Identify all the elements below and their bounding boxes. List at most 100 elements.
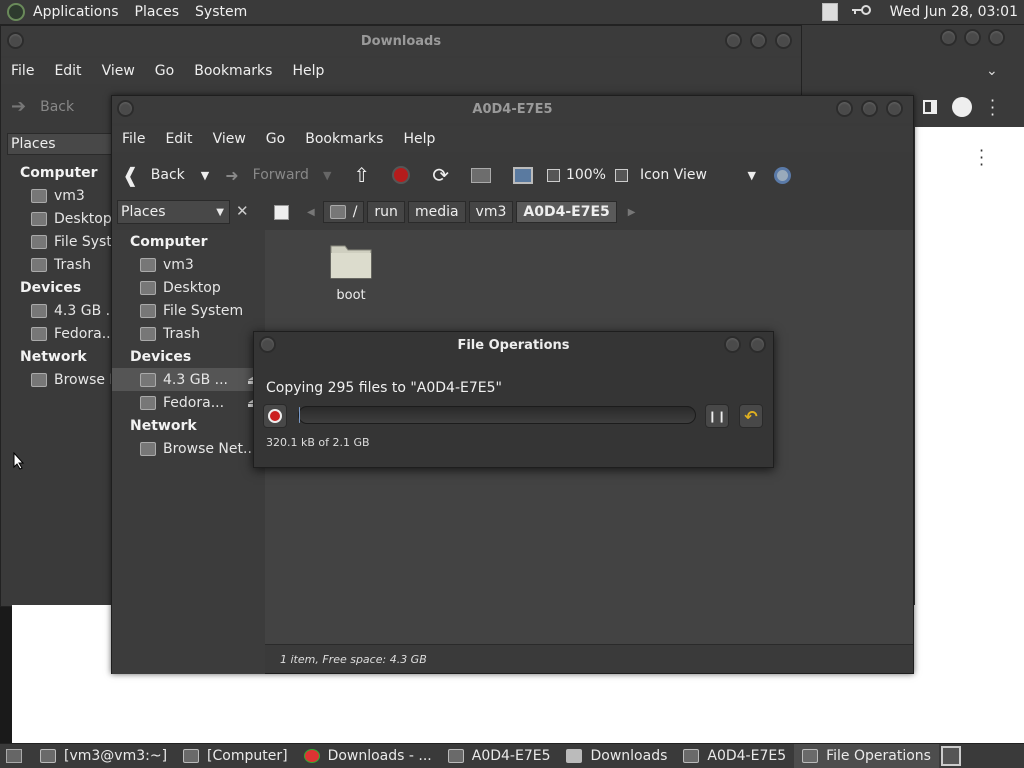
menu-go[interactable]: Go bbox=[145, 63, 184, 79]
close-button[interactable] bbox=[749, 336, 766, 353]
key-icon[interactable] bbox=[850, 4, 872, 20]
home-icon[interactable] bbox=[470, 167, 491, 183]
desktop-icon bbox=[31, 211, 47, 226]
sidebar-item-device-1[interactable]: 4.3 GB ... bbox=[1, 299, 111, 322]
more-menu-icon[interactable]: · · · bbox=[990, 93, 995, 123]
menu-help[interactable]: Help bbox=[393, 131, 445, 147]
window-menu-button[interactable] bbox=[259, 336, 276, 353]
minimize-button[interactable] bbox=[836, 100, 853, 117]
undo-button[interactable]: ↶ bbox=[739, 404, 763, 428]
computer-icon[interactable] bbox=[512, 166, 533, 184]
taskbar-item-terminal[interactable]: [vm3@vm3:~] bbox=[32, 744, 175, 768]
dialog-titlebar[interactable]: File Operations bbox=[254, 332, 773, 358]
edit-location-icon[interactable] bbox=[274, 204, 289, 220]
sidebar-item-filesystem[interactable]: File System bbox=[112, 299, 265, 322]
folder-icon bbox=[330, 245, 372, 279]
downloads-sidebar: Computer vm3 Desktop File System Trash D… bbox=[1, 161, 111, 606]
cancel-operation-button[interactable] bbox=[263, 404, 287, 428]
file-item-boot[interactable]: boot bbox=[318, 240, 384, 303]
places-menu[interactable]: Places bbox=[127, 4, 188, 20]
taskbar-item-file-operations[interactable]: File Operations bbox=[794, 743, 939, 768]
sidebar-item-device-2[interactable]: Fedora...⏏ bbox=[112, 391, 265, 414]
maximize-button[interactable] bbox=[964, 29, 981, 46]
path-root-crumb[interactable]: / bbox=[322, 201, 365, 223]
downloads-titlebar[interactable]: Downloads bbox=[1, 26, 801, 56]
maximize-button[interactable] bbox=[750, 32, 767, 49]
menu-file[interactable]: File bbox=[112, 131, 155, 147]
sidebar-item-trash[interactable]: Trash bbox=[112, 322, 265, 345]
back-history-dropdown-icon[interactable]: ▼ bbox=[201, 169, 209, 182]
search-icon[interactable] bbox=[773, 166, 791, 184]
menu-help[interactable]: Help bbox=[282, 63, 334, 79]
close-button[interactable] bbox=[988, 29, 1005, 46]
distro-logo-icon[interactable] bbox=[7, 3, 25, 21]
path-scroll-right-icon[interactable]: ▶ bbox=[628, 207, 636, 218]
taskbar-item-chrome-downloads[interactable]: Downloads - ... bbox=[296, 744, 440, 768]
sidebar-item-filesystem[interactable]: File System bbox=[1, 230, 111, 253]
pause-button[interactable]: ❙❙ bbox=[705, 404, 729, 428]
sidebar-item-device-2[interactable]: Fedora... bbox=[1, 322, 111, 345]
sidepanel-icon[interactable] bbox=[923, 100, 937, 114]
menu-view[interactable]: View bbox=[203, 131, 256, 147]
taskbar-item-downloads[interactable]: Downloads bbox=[558, 744, 675, 768]
zoom-out-icon[interactable] bbox=[546, 168, 560, 182]
forward-button[interactable]: ➜ Forward bbox=[225, 166, 309, 185]
sidebar-item-browse-network[interactable]: Browse Net... bbox=[112, 437, 265, 460]
taskbar-item-a0d4-1[interactable]: A0D4-E7E5 bbox=[440, 744, 559, 768]
sidebar-item-vm3[interactable]: vm3 bbox=[1, 184, 111, 207]
path-crumb-run[interactable]: run bbox=[367, 201, 405, 223]
path-crumb-current[interactable]: A0D4-E7E5 bbox=[516, 201, 617, 223]
minimize-button[interactable] bbox=[724, 336, 741, 353]
menu-view[interactable]: View bbox=[92, 63, 145, 79]
main-titlebar[interactable]: A0D4-E7E5 bbox=[112, 96, 913, 123]
chevron-down-icon[interactable]: ⌄ bbox=[986, 63, 998, 79]
sidebar-item-browse-network[interactable]: Browse Ne... bbox=[1, 368, 111, 391]
sidebar-item-trash[interactable]: Trash bbox=[1, 253, 111, 276]
show-desktop-icon[interactable] bbox=[6, 749, 22, 763]
workspace-switcher[interactable] bbox=[940, 746, 961, 766]
zoom-in-icon[interactable] bbox=[614, 168, 628, 182]
back-button[interactable]: ❰ Back bbox=[122, 163, 185, 187]
menu-file[interactable]: File bbox=[1, 63, 44, 79]
sidebar-item-desktop[interactable]: Desktop bbox=[1, 207, 111, 230]
up-icon[interactable]: ⇧ bbox=[353, 163, 370, 187]
minimize-button[interactable] bbox=[940, 29, 957, 46]
minimize-button[interactable] bbox=[725, 32, 742, 49]
home-icon bbox=[140, 257, 156, 272]
places-dropdown[interactable]: Places ▼ bbox=[117, 200, 230, 224]
sidebar-item-device-1[interactable]: 4.3 GB ...⏏ bbox=[112, 368, 265, 391]
computer-icon bbox=[183, 749, 200, 763]
close-button[interactable] bbox=[775, 32, 792, 49]
maximize-button[interactable] bbox=[861, 100, 878, 117]
page-more-icon[interactable]: · · · bbox=[979, 143, 984, 173]
path-scroll-left-icon[interactable]: ◀ bbox=[307, 207, 315, 218]
path-crumb-media[interactable]: media bbox=[407, 201, 466, 223]
sidebar-heading-devices: Devices bbox=[20, 279, 82, 296]
clock[interactable]: Wed Jun 28, 03:01 bbox=[882, 4, 1024, 20]
menu-go[interactable]: Go bbox=[256, 131, 295, 147]
taskbar-item-a0d4-2[interactable]: A0D4-E7E5 bbox=[675, 744, 794, 768]
downloads-menubar: File Edit View Go Bookmarks Help bbox=[1, 58, 801, 84]
sidebar-item-vm3[interactable]: vm3 bbox=[112, 253, 265, 276]
path-crumb-vm3[interactable]: vm3 bbox=[468, 201, 514, 223]
system-menu[interactable]: System bbox=[187, 4, 255, 20]
notes-applet-icon[interactable] bbox=[821, 3, 838, 21]
downloads-back-button[interactable]: ➔ Back bbox=[11, 96, 74, 117]
close-sidebar-icon[interactable]: ✕ bbox=[236, 202, 249, 220]
reload-icon[interactable]: ⟳ bbox=[432, 163, 449, 187]
close-button[interactable] bbox=[886, 100, 903, 117]
taskbar-item-computer[interactable]: [Computer] bbox=[175, 744, 296, 768]
menu-edit[interactable]: Edit bbox=[44, 63, 91, 79]
downloads-places-dropdown[interactable]: Places bbox=[7, 133, 113, 155]
forward-history-dropdown-icon[interactable]: ▼ bbox=[323, 169, 331, 182]
menu-bookmarks[interactable]: Bookmarks bbox=[184, 63, 282, 79]
window-menu-button[interactable] bbox=[117, 100, 134, 117]
menu-edit[interactable]: Edit bbox=[155, 131, 202, 147]
sidebar-item-desktop[interactable]: Desktop bbox=[112, 276, 265, 299]
applications-menu[interactable]: Applications bbox=[25, 4, 127, 20]
avatar[interactable] bbox=[952, 97, 972, 117]
view-mode-dropdown[interactable]: Icon View ▼ bbox=[640, 167, 756, 183]
menu-bookmarks[interactable]: Bookmarks bbox=[295, 131, 393, 147]
stop-icon[interactable] bbox=[392, 166, 411, 184]
window-menu-button[interactable] bbox=[7, 32, 24, 49]
